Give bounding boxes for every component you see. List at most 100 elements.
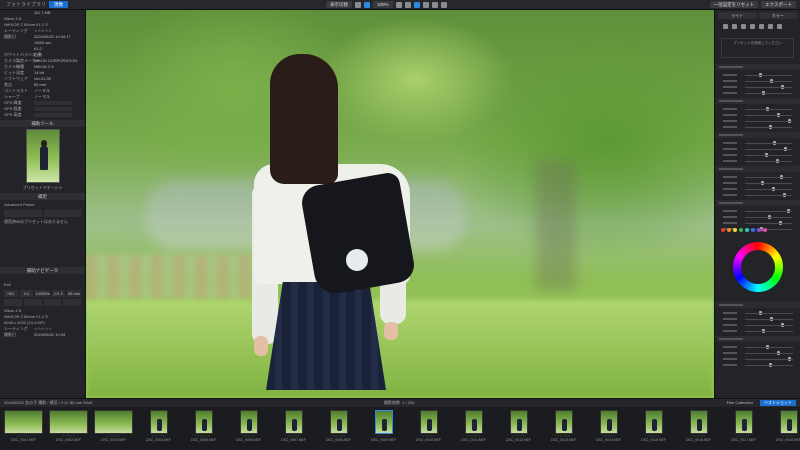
reset-adjustments-button[interactable]: 一括設定をリセット xyxy=(709,1,759,8)
filmstrip-item[interactable]: ☆☆☆☆☆ DSC_0007.NEF xyxy=(274,410,313,443)
slider-knob[interactable] xyxy=(766,345,769,349)
filmstrip-item[interactable]: ☆☆☆☆☆ DSC_0009.NEF xyxy=(364,410,403,443)
settings-icon[interactable] xyxy=(440,1,447,8)
filmstrip-item[interactable]: ☆☆☆☆☆ DSC_0004.NEF xyxy=(139,410,178,443)
filmstrip-thumbnail[interactable] xyxy=(329,410,348,434)
rotate-icon[interactable] xyxy=(404,1,411,8)
color-swatch[interactable] xyxy=(739,228,743,232)
tools-section-header[interactable]: 補助ナビゲータ xyxy=(0,267,85,274)
filmstrip-item[interactable]: ☆☆☆☆☆ DSC_0016.NEF xyxy=(679,410,718,443)
filmstrip-item[interactable]: ☆☆☆☆☆ DSC_0002.NEF xyxy=(49,410,88,443)
color-swatch[interactable] xyxy=(727,228,731,232)
compare-icon[interactable] xyxy=(364,1,370,8)
slider-knob[interactable] xyxy=(770,79,773,83)
slider-knob[interactable] xyxy=(769,363,772,367)
filmstrip-thumbnail[interactable] xyxy=(599,410,618,434)
slider-knob[interactable] xyxy=(777,351,780,355)
color-swatch[interactable] xyxy=(745,228,749,232)
filmstrip-item[interactable]: ☆☆☆☆☆ DSC_0011.NEF xyxy=(454,410,493,443)
filmstrip-thumbnail[interactable] xyxy=(734,410,753,434)
adjust-slider[interactable] xyxy=(719,158,796,164)
slider-knob[interactable] xyxy=(788,357,791,361)
filmstrip-item[interactable]: ☆☆☆☆☆ DSC_0013.NEF xyxy=(544,410,583,443)
mask-tool-icon[interactable] xyxy=(741,24,746,29)
collection-tab[interactable]: ベストショット xyxy=(759,400,796,406)
advanced-apply-button[interactable] xyxy=(43,210,81,217)
export-button[interactable]: エクスポート xyxy=(761,1,796,8)
filmstrip-thumbnail[interactable] xyxy=(284,410,303,434)
section-header[interactable] xyxy=(715,132,800,138)
filmstrip-thumbnail[interactable] xyxy=(779,410,798,434)
filmstrip-item[interactable]: ☆☆☆☆☆ DSC_0015.NEF xyxy=(634,410,673,443)
filmstrip-item[interactable]: ☆☆☆☆☆ DSC_0017.NEF xyxy=(724,410,763,443)
slider-knob[interactable] xyxy=(769,125,772,129)
meta-field[interactable] xyxy=(34,113,72,117)
collection-tab[interactable]: Film Collection xyxy=(723,400,757,406)
filmstrip-item[interactable]: ☆☆☆☆☆ DSC_0014.NEF xyxy=(589,410,628,443)
slider-knob[interactable] xyxy=(779,221,782,225)
filmstrip-thumbnail[interactable] xyxy=(4,410,43,434)
slider-knob[interactable] xyxy=(768,215,771,219)
filmstrip-thumbnail[interactable] xyxy=(194,410,213,434)
exif-button-4[interactable] xyxy=(63,299,81,306)
filmstrip-item[interactable]: ☆☆☆☆☆ DSC_0006.NEF xyxy=(229,410,268,443)
exif-section-header[interactable]: Exif xyxy=(0,282,85,288)
color-swatch[interactable] xyxy=(757,228,761,232)
slider-knob[interactable] xyxy=(762,91,765,95)
slider-knob[interactable] xyxy=(765,153,768,157)
filmstrip-thumbnail[interactable] xyxy=(239,410,258,434)
slider-knob[interactable] xyxy=(776,159,779,163)
section-header[interactable] xyxy=(715,64,800,70)
panel-tab[interactable]: ライト xyxy=(718,12,757,19)
adjust-slider[interactable] xyxy=(719,328,797,334)
navigator-preview[interactable] xyxy=(25,129,60,183)
zoom-select[interactable]: 100% xyxy=(373,1,393,8)
slider-knob[interactable] xyxy=(761,181,764,185)
adjust-slider[interactable] xyxy=(719,124,796,130)
radial-tool-icon[interactable] xyxy=(768,24,773,29)
exif-button-3[interactable] xyxy=(43,299,62,306)
filmstrip-thumbnail[interactable] xyxy=(374,410,393,434)
flag-icon[interactable] xyxy=(413,1,420,8)
slider-knob[interactable] xyxy=(759,311,762,315)
filmstrip-thumbnail[interactable] xyxy=(419,410,438,434)
filmstrip-item[interactable]: ☆☆☆☆☆ DSC_0010.NEF xyxy=(409,410,448,443)
slider-knob[interactable] xyxy=(780,175,783,179)
color-swatch[interactable] xyxy=(763,228,767,232)
slider-knob[interactable] xyxy=(781,85,784,89)
slider-knob[interactable] xyxy=(781,323,784,327)
view-toggle-button[interactable]: 表示切替 xyxy=(326,1,352,8)
panel-tab[interactable]: カラー xyxy=(758,12,797,19)
crop-icon[interactable] xyxy=(395,1,402,8)
filmstrip-thumbnail[interactable] xyxy=(509,410,528,434)
slider-knob[interactable] xyxy=(777,113,780,117)
preset-manager-label[interactable]: プリセットマネージャ xyxy=(0,185,85,191)
adjust-slider[interactable] xyxy=(719,90,796,96)
adjust-slider[interactable] xyxy=(719,362,797,368)
filmstrip-item[interactable]: ☆☆☆☆☆ DSC_0018.NEF xyxy=(769,410,800,443)
crop-tool-icon[interactable] xyxy=(723,24,728,29)
filmstrip-item[interactable]: ☆☆☆☆☆ DSC_0005.NEF xyxy=(184,410,223,443)
slider-knob[interactable] xyxy=(759,73,762,77)
section-header[interactable] xyxy=(715,200,800,206)
section-header[interactable] xyxy=(715,98,800,104)
exif-button-2[interactable] xyxy=(23,299,42,306)
filmstrip-thumbnail[interactable] xyxy=(149,410,168,434)
exif-button-1[interactable] xyxy=(4,299,22,306)
redeye-tool-icon[interactable] xyxy=(750,24,755,29)
filmstrip-thumbnail[interactable] xyxy=(464,410,483,434)
brush-tool-icon[interactable] xyxy=(777,24,782,29)
filmstrip-item[interactable]: ☆☆☆☆☆ DSC_0008.NEF xyxy=(319,410,358,443)
meta-field[interactable] xyxy=(34,107,72,111)
slider-knob[interactable] xyxy=(762,329,765,333)
grid-icon[interactable] xyxy=(355,1,361,8)
section-header[interactable] xyxy=(715,302,800,308)
slider-knob[interactable] xyxy=(783,193,786,197)
filmstrip-thumbnail[interactable] xyxy=(49,410,88,434)
slider-knob[interactable] xyxy=(784,147,787,151)
filmstrip-item[interactable]: ☆☆☆☆☆ DSC_0003.NEF xyxy=(94,410,133,443)
color-swatch[interactable] xyxy=(733,228,737,232)
brush-icon[interactable] xyxy=(431,1,438,8)
filmstrip-thumbnail[interactable] xyxy=(554,410,573,434)
slider-knob[interactable] xyxy=(770,317,773,321)
